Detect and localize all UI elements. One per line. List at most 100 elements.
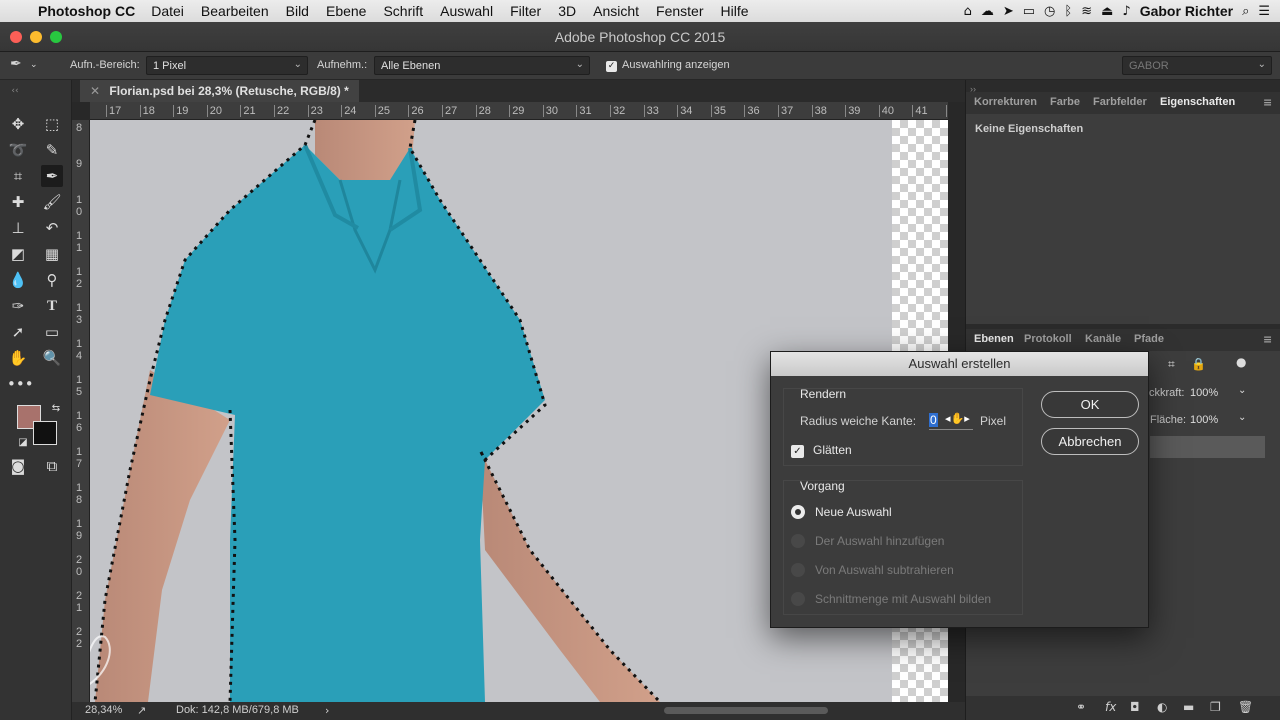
move-tool-icon[interactable]: ✥ — [7, 113, 29, 135]
hand-tool-icon[interactable]: ✋ — [7, 347, 29, 369]
close-tab-icon[interactable]: ✕ — [90, 84, 100, 98]
ruler-tick-label: 9 — [76, 158, 83, 170]
horizontal-scrollbar[interactable] — [664, 707, 828, 714]
healing-brush-tool-icon[interactable]: ✚ — [7, 191, 29, 213]
menu-bearbeiten[interactable]: Bearbeiten — [201, 3, 269, 19]
fill-label: Fläche: — [1150, 414, 1187, 426]
path-selection-tool-icon[interactable]: ➚ — [7, 321, 29, 343]
chevron-down-icon[interactable]: ⌄ — [30, 60, 38, 70]
eraser-tool-icon[interactable]: ◩ — [7, 243, 29, 265]
menu-filter[interactable]: Filter — [510, 3, 541, 19]
ok-button[interactable]: OK — [1041, 391, 1139, 418]
menu-app-name[interactable]: Photoshop CC — [38, 3, 135, 19]
radio-new-selection[interactable] — [791, 505, 805, 519]
more-tools-icon[interactable]: ••• — [7, 373, 34, 395]
sync-icon[interactable]: ➤ — [1003, 4, 1014, 19]
ruler-horizontal[interactable]: 17 18 19 20 21 22 23 24 25 26 27 28 29 30 31 32 33 34 35 36… — [90, 102, 948, 120]
menu-datei[interactable]: Datei — [151, 3, 184, 19]
dodge-tool-icon[interactable]: ⚲ — [41, 269, 63, 291]
new-group-icon[interactable]: ▬ — [1183, 700, 1194, 714]
ruler-tick-label: 1 2 — [76, 266, 83, 290]
option-new-selection: Neue Auswahl — [815, 505, 892, 519]
quick-mask-icon[interactable]: ◙ — [7, 455, 29, 477]
menu-auswahl[interactable]: Auswahl — [440, 3, 493, 19]
layer-row[interactable] — [1150, 436, 1265, 458]
menu-schrift[interactable]: Schrift — [383, 3, 423, 19]
trash-icon[interactable]: 🗑 — [1238, 700, 1253, 714]
quick-selection-tool-icon[interactable]: ✎ — [41, 139, 63, 161]
marquee-tool-icon[interactable]: ⬚ — [41, 113, 63, 135]
menu-bild[interactable]: Bild — [286, 3, 309, 19]
fx-icon[interactable]: fx — [1105, 700, 1116, 714]
clone-stamp-tool-icon[interactable]: ⊥ — [7, 217, 29, 239]
blur-tool-icon[interactable]: 💧 — [7, 269, 29, 291]
pen-tool-icon[interactable]: ✑ — [7, 295, 29, 317]
eject-icon[interactable]: ⏏ — [1101, 4, 1113, 19]
default-colors-icon[interactable]: ◪ — [12, 432, 34, 454]
type-tool-icon[interactable]: T — [41, 295, 63, 317]
clock-icon[interactable]: ◷ — [1044, 4, 1055, 19]
bluetooth-icon[interactable]: ᛒ — [1064, 4, 1072, 19]
ruler-vertical[interactable]: 8 9 1 0 1 1 1 2 1 3 1 4 1 5 1 6 1 7 1 8 1 9 2 0 2 1 2 … — [72, 120, 90, 702]
wifi-icon[interactable]: ≋ — [1081, 4, 1092, 19]
user-name[interactable]: Gabor Richter — [1140, 3, 1233, 19]
fill-value[interactable]: 100% — [1190, 414, 1218, 426]
gradient-tool-icon[interactable]: ▦ — [41, 243, 63, 265]
search-icon[interactable]: ⌕ — [1242, 4, 1249, 19]
sample-size-dropdown[interactable]: 1 Pixel ⌄ — [146, 56, 308, 75]
tab-ebenen[interactable]: Ebenen — [974, 333, 1014, 345]
volume-icon[interactable]: ♪ — [1122, 4, 1130, 19]
workspace-dropdown[interactable]: GABOR ⌄ — [1122, 56, 1272, 75]
panel-menu-icon[interactable]: ≡ — [1263, 96, 1272, 109]
tab-eigenschaften[interactable]: Eigenschaften — [1160, 96, 1235, 108]
brush-tool-icon[interactable]: 🖌 — [41, 191, 63, 213]
menu-3d[interactable]: 3D — [558, 3, 576, 19]
swap-colors-icon[interactable]: ⇆ — [45, 398, 67, 420]
menu-ansicht[interactable]: Ansicht — [593, 3, 639, 19]
menu-hilfe[interactable]: Hilfe — [721, 3, 749, 19]
home-icon[interactable]: ⌂ — [964, 4, 972, 19]
tab-korrekturen[interactable]: Korrekturen — [974, 96, 1037, 108]
battery-icon[interactable]: ▭ — [1023, 4, 1035, 19]
chevron-down-icon[interactable]: ⌄ — [1238, 385, 1246, 396]
lock-artboard-icon[interactable]: ⌗ — [1168, 357, 1175, 372]
show-ring-checkbox[interactable]: ✓ — [606, 60, 617, 72]
zoom-tool-icon[interactable]: 🔍 — [41, 347, 63, 369]
add-mask-icon[interactable]: ◘ — [1130, 700, 1140, 714]
tab-kanaele[interactable]: Kanäle — [1085, 333, 1121, 345]
list-icon[interactable]: ☰ — [1258, 4, 1270, 19]
new-layer-icon[interactable]: ❐ — [1210, 700, 1221, 714]
chevron-down-icon[interactable]: ⌄ — [1238, 412, 1246, 423]
document-tab[interactable]: ✕ Florian.psd bei 28,3% (Retusche, RGB/8… — [80, 80, 359, 102]
menu-ebene[interactable]: Ebene — [326, 3, 366, 19]
lasso-tool-icon[interactable]: ➰ — [7, 139, 29, 161]
screen-mode-icon[interactable]: ⧉ — [41, 455, 63, 477]
tab-farbe[interactable]: Farbe — [1050, 96, 1080, 108]
eyedropper-tool-icon[interactable]: ✒ — [41, 165, 63, 187]
zoom-level[interactable]: 28,34% — [85, 704, 122, 716]
ruler-tick-label: 1 9 — [76, 518, 83, 542]
cloud-icon[interactable]: ☁ — [981, 4, 994, 19]
menu-fenster[interactable]: Fenster — [656, 3, 703, 19]
tab-farbfelder[interactable]: Farbfelder — [1093, 96, 1147, 108]
eyedropper-icon[interactable]: ✒ — [10, 56, 22, 72]
antialias-checkbox[interactable]: ✓ — [791, 443, 804, 461]
link-layers-icon[interactable]: ⚭ — [1076, 700, 1086, 714]
shape-tool-icon[interactable]: ▭ — [41, 321, 63, 343]
history-brush-tool-icon[interactable]: ↶ — [41, 217, 63, 239]
collapse-icon[interactable]: ‹‹ — [4, 86, 26, 96]
opacity-value[interactable]: 100% — [1190, 387, 1218, 399]
background-color-swatch[interactable] — [33, 421, 57, 445]
share-icon[interactable]: ↗ — [137, 704, 146, 717]
feather-radius-input[interactable]: 0 ◂✋▸ — [929, 411, 973, 430]
filter-toggle-icon[interactable]: ● — [1236, 355, 1246, 369]
panel-menu-icon[interactable]: ≡ — [1263, 333, 1272, 346]
tab-protokoll[interactable]: Protokoll — [1024, 333, 1072, 345]
crop-tool-icon[interactable]: ⌗ — [7, 165, 29, 187]
tab-pfade[interactable]: Pfade — [1134, 333, 1164, 345]
adjustment-layer-icon[interactable]: ◐ — [1157, 700, 1167, 714]
sample-dropdown[interactable]: Alle Ebenen ⌄ — [374, 56, 590, 75]
lock-all-icon[interactable]: 🔒 — [1191, 357, 1206, 371]
chevron-right-icon[interactable]: › — [325, 704, 329, 717]
cancel-button[interactable]: Abbrechen — [1041, 428, 1139, 455]
